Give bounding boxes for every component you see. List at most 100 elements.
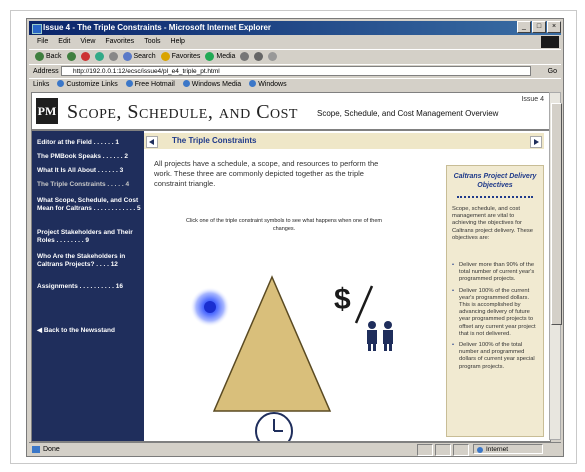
page-title: Scope, Schedule, and Cost <box>67 101 298 123</box>
media-button[interactable]: Media <box>205 50 235 64</box>
refresh-icon <box>94 51 104 61</box>
menu-help[interactable]: Help <box>171 36 185 48</box>
address-bar: Address http://192.0.0.1:12/ecsc/issue4/… <box>29 64 561 78</box>
windows-logo <box>541 36 559 48</box>
mail-icon <box>254 51 264 61</box>
window-title: Issue 4 - The Triple Constraints - Micro… <box>43 23 272 32</box>
nav-item-stakeholders[interactable]: Project Stakeholders and Their Roles . .… <box>37 229 141 245</box>
menu-view[interactable]: View <box>80 36 95 48</box>
search-icon <box>122 51 132 61</box>
minimize-button[interactable]: _ <box>517 21 531 33</box>
scope-icon[interactable] <box>190 287 230 327</box>
favorites-button[interactable]: Favorites <box>160 50 201 64</box>
forward-button[interactable] <box>66 50 76 64</box>
link-windows-label: Windows <box>258 81 287 88</box>
clock-icon[interactable] <box>255 412 293 441</box>
search-label: Search <box>133 53 156 60</box>
money-symbol: $ <box>334 283 351 316</box>
page-subtitle: Scope, Schedule, and Cost Management Ove… <box>317 109 499 118</box>
status-cell <box>417 444 433 456</box>
nav-item-editor[interactable]: Editor at the Field . . . . . . 1 <box>37 139 141 147</box>
page-icon <box>32 446 40 453</box>
cost-resources-icon[interactable]: $ <box>334 283 393 351</box>
menu-bar: File Edit View Favorites Tools Help <box>29 36 561 48</box>
status-cell <box>435 444 451 456</box>
print-icon <box>268 51 278 61</box>
objective-item: Deliver 100% of the current year's progr… <box>452 288 540 338</box>
ie-link-icon <box>57 80 65 87</box>
sidebar-body: Scope, schedule, and cost management are… <box>452 206 533 241</box>
zone-indicator: Internet <box>473 444 543 454</box>
status-bar: Done Internet <box>29 442 561 456</box>
link-hotmail[interactable]: Free Hotmail <box>125 79 175 91</box>
mail-button[interactable] <box>254 50 264 64</box>
nav-item-who-stakeholders[interactable]: Who Are the Stakeholders in Caltrans Pro… <box>37 253 141 269</box>
menu-file[interactable]: File <box>37 36 48 48</box>
ie-link-icon <box>125 80 133 87</box>
favorites-icon <box>160 51 170 61</box>
address-input[interactable]: http://192.0.0.1:12/ecsc/issue4/pl_e4_tr… <box>61 66 531 76</box>
nav-item-triple-constraints[interactable]: The Triple Constraints . . . . . 4 <box>37 181 141 189</box>
objective-item: Deliver 100% of the total number and pro… <box>452 342 540 371</box>
page-header: PM Scope, Schedule, and Cost Scope, Sche… <box>32 93 550 131</box>
objective-item: Deliver more than 90% of the total numbe… <box>452 262 540 284</box>
back-arrow-icon <box>35 51 44 61</box>
nav-item-what-it-is[interactable]: What It Is All About . . . . . . 3 <box>37 167 141 175</box>
back-to-newsstand-link[interactable]: ◀ Back to the Newsstand <box>37 327 141 335</box>
left-nav: Editor at the Field . . . . . . 1 The PM… <box>32 131 144 441</box>
status-cells <box>417 444 469 456</box>
objectives-sidebar: Caltrans Project Delivery Objectives Sco… <box>446 165 544 437</box>
refresh-button[interactable] <box>94 50 104 64</box>
go-button[interactable]: Go <box>548 65 557 78</box>
sidebar-divider <box>457 196 533 200</box>
next-page-button[interactable] <box>530 136 542 148</box>
link-media-label: Windows Media <box>191 81 242 88</box>
home-icon <box>108 51 118 61</box>
sidebar-title: Caltrans Project Delivery Objectives <box>453 173 537 189</box>
address-label: Address <box>33 68 59 75</box>
search-button[interactable]: Search <box>122 50 156 64</box>
back-button[interactable]: Back <box>35 50 62 64</box>
maximize-button[interactable]: □ <box>532 21 546 33</box>
sidebar-bullets: Deliver more than 90% of the total numbe… <box>452 262 540 375</box>
ie-link-icon <box>249 80 257 87</box>
nav-item-assignments[interactable]: Assignments . . . . . . . . . . 16 <box>37 283 141 291</box>
back-arrow-icon: ◀ <box>37 327 44 334</box>
link-windows[interactable]: Windows <box>249 79 287 91</box>
link-customize-label: Customize Links <box>66 81 118 88</box>
nav-item-pmbook[interactable]: The PMBook Speaks . . . . . . 2 <box>37 153 141 161</box>
vertical-scrollbar[interactable] <box>549 92 562 440</box>
scrollbar-thumb[interactable] <box>551 103 562 325</box>
status-cell <box>453 444 469 456</box>
favorites-label: Favorites <box>171 53 201 60</box>
triple-constraint-diagram: $ <box>190 275 393 441</box>
main-content: The Triple Constraints All projects have… <box>144 131 550 441</box>
toolbar: Back Search Favorites Media <box>29 49 561 64</box>
status-text: Done <box>43 446 60 453</box>
issue-label: Issue 4 <box>521 96 544 103</box>
links-bar: Links Customize Links Free Hotmail Windo… <box>29 78 561 91</box>
link-customize[interactable]: Customize Links <box>57 79 118 91</box>
ie-icon <box>32 24 42 34</box>
media-icon <box>205 51 215 61</box>
close-button[interactable]: × <box>547 21 561 33</box>
browser-window: Issue 4 - The Triple Constraints - Micro… <box>26 18 564 457</box>
history-button[interactable] <box>240 50 250 64</box>
link-media[interactable]: Windows Media <box>182 79 242 91</box>
window-controls: _ □ × <box>517 21 561 33</box>
link-hotmail-label: Free Hotmail <box>134 81 175 88</box>
media-label: Media <box>216 53 236 60</box>
menu-favorites[interactable]: Favorites <box>105 36 134 48</box>
title-bar[interactable]: Issue 4 - The Triple Constraints - Micro… <box>29 21 561 35</box>
menu-edit[interactable]: Edit <box>58 36 70 48</box>
stop-button[interactable] <box>80 50 90 64</box>
history-icon <box>240 51 250 61</box>
menu-tools[interactable]: Tools <box>144 36 160 48</box>
page-viewport: PM Scope, Schedule, and Cost Scope, Sche… <box>31 92 551 442</box>
stop-icon <box>80 51 90 61</box>
nav-item-scope-schedule-cost[interactable]: What Scope, Schedule, and Cost Mean for … <box>37 197 141 213</box>
print-button[interactable] <box>268 50 278 64</box>
back-to-newsstand-label: Back to the Newsstand <box>43 327 115 334</box>
forward-arrow-icon <box>66 51 76 61</box>
home-button[interactable] <box>108 50 118 64</box>
